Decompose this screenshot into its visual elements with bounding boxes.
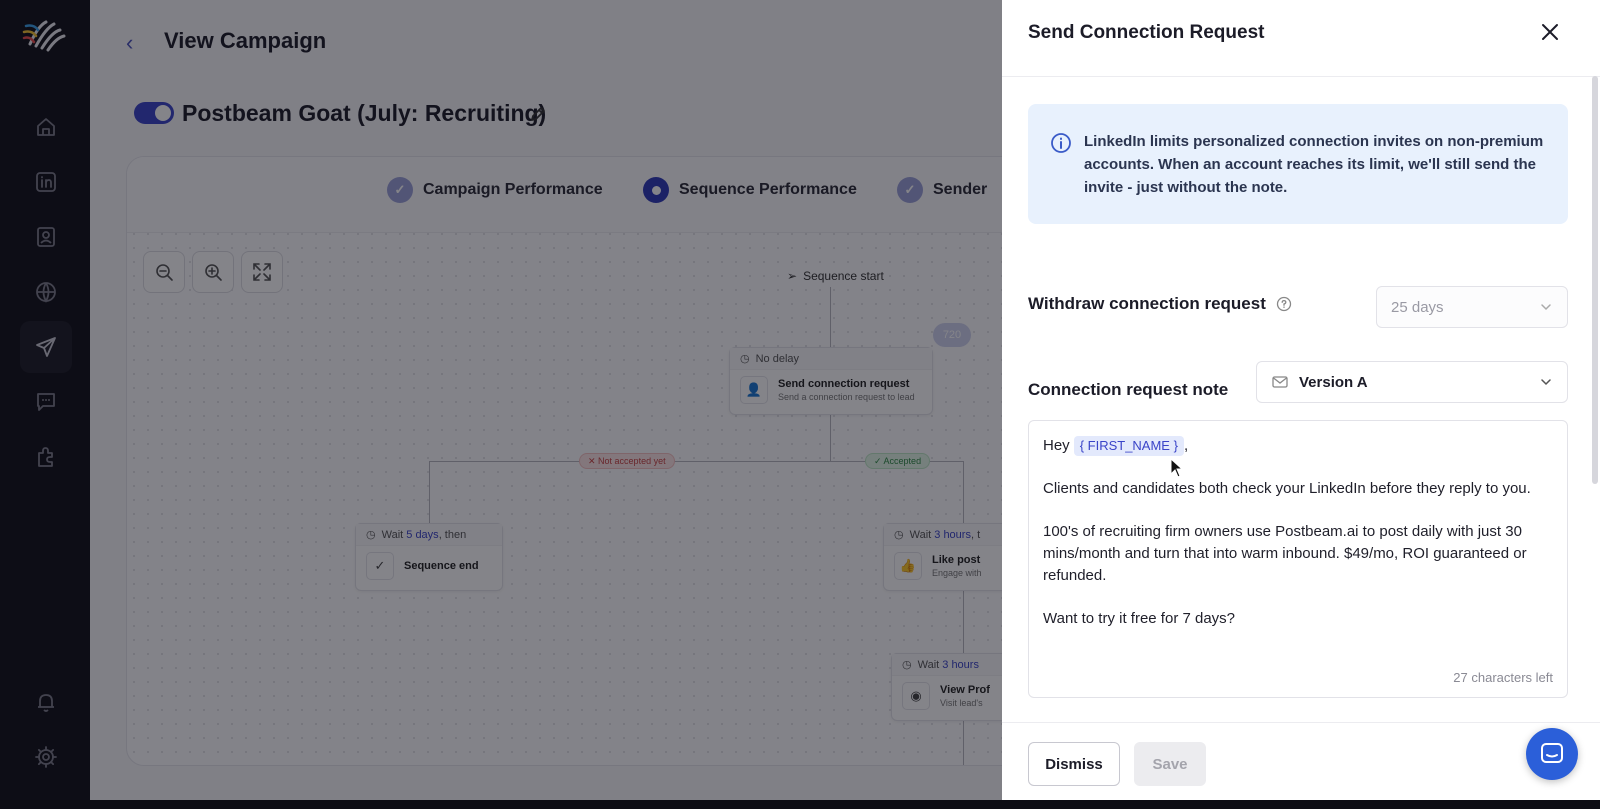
note-paragraph: Want to try it free for 7 days? [1043,610,1236,627]
note-paragraph: Clients and candidates both check your L… [1043,480,1531,497]
note-greeting: Hey [1043,437,1070,454]
note-paragraph: 100's of recruiting firm owners use Post… [1043,523,1527,584]
select-value: Version A [1299,373,1368,391]
select-value: 25 days [1391,298,1444,316]
send-connection-request-drawer: Send Connection Request LinkedIn limits … [1002,0,1600,800]
chat-support-button[interactable] [1526,728,1578,780]
info-text: LinkedIn limits personalized connection … [1084,133,1544,196]
note-greeting-suffix: , [1183,437,1189,454]
info-banner: LinkedIn limits personalized connection … [1028,104,1568,224]
withdraw-label-text: Withdraw connection request [1028,294,1266,313]
info-icon [1051,133,1071,153]
mouse-cursor-icon [1170,458,1184,478]
divider [1002,722,1600,723]
chevron-down-icon [1541,379,1551,386]
chars-left-counter: 27 characters left [1453,670,1553,685]
note-label: Connection request note [1028,380,1229,399]
scrollbar[interactable] [1592,76,1598,484]
first-name-variable[interactable]: { FIRST_NAME } [1073,436,1184,456]
help-circle-icon[interactable] [1276,296,1292,312]
withdraw-label: Withdraw connection request [1028,294,1292,314]
close-button[interactable] [1536,18,1564,46]
chevron-down-icon [1541,304,1551,311]
app-window: ‹ View Campaign Postbeam Goat (July: Rec… [0,0,1600,800]
drawer-title: Send Connection Request [1028,22,1265,43]
note-textarea[interactable]: Hey{ FIRST_NAME }, Clients and candidate… [1028,420,1568,698]
divider [1002,76,1600,77]
modal-backdrop[interactable] [0,0,1002,800]
envelope-icon [1272,376,1288,388]
note-greeting-line: Hey{ FIRST_NAME }, [1043,435,1553,457]
dismiss-button[interactable]: Dismiss [1028,742,1120,786]
chat-bubble-icon [1541,743,1563,763]
bottom-bar [0,800,1600,809]
close-icon [1542,24,1558,40]
save-button[interactable]: Save [1134,742,1206,786]
withdraw-days-select[interactable]: 25 days [1376,286,1568,328]
note-version-select[interactable]: Version A [1256,361,1568,403]
note-content: Hey{ FIRST_NAME }, Clients and candidate… [1043,435,1553,651]
